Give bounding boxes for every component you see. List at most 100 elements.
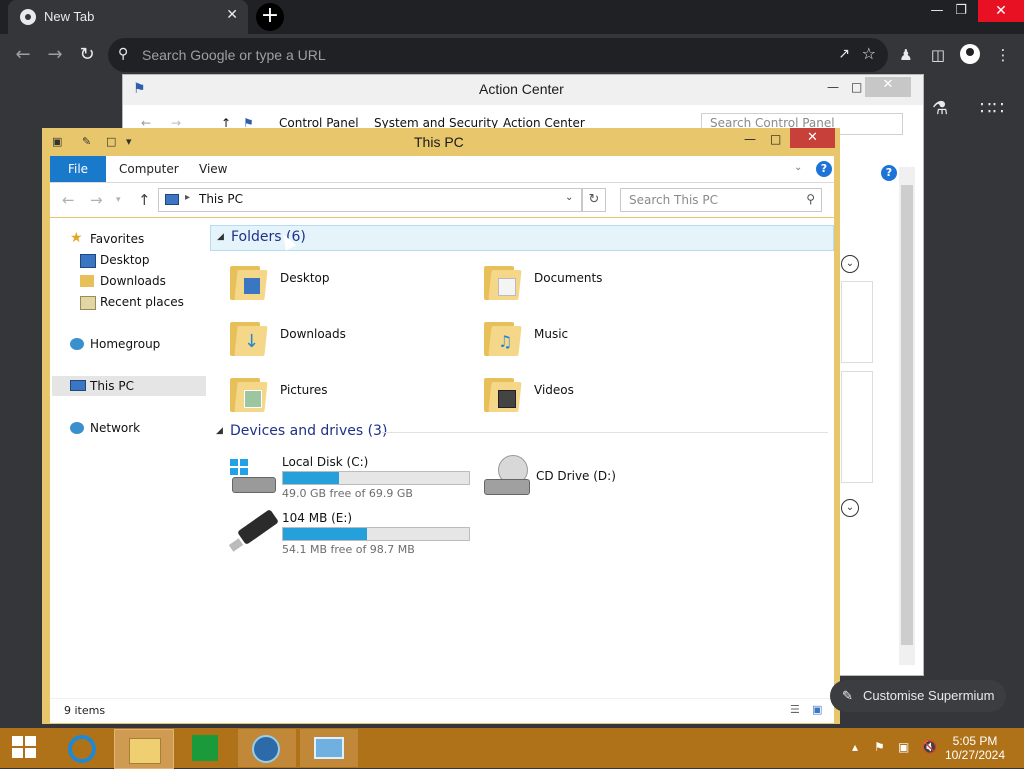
browser-tab-new-tab[interactable]: New Tab ✕ <box>8 0 248 34</box>
labs-flask-icon[interactable]: ⚗ <box>932 98 948 119</box>
qat-dropdown-icon[interactable]: ▾ <box>126 135 132 148</box>
omnibox[interactable]: ⚲ Search Google or type a URL ↗ ☆ <box>108 38 888 72</box>
ribbon-tab-view[interactable]: View <box>199 162 227 176</box>
taskbar-store[interactable] <box>176 729 234 767</box>
pictures-folder-icon <box>230 370 268 412</box>
taskbar-browser[interactable] <box>238 729 296 767</box>
windows-drive-icon <box>230 459 276 493</box>
music-folder-icon: ♫ <box>484 314 522 356</box>
taskbar-control-panel[interactable] <box>300 729 358 767</box>
taskbar: ▴ ⚑ ▣ 🔇 5:05 PM 10/27/2024 <box>0 728 1024 769</box>
new-folder-icon[interactable]: □ <box>106 135 116 148</box>
breadcrumb-separator-icon[interactable]: ▸ <box>185 192 190 203</box>
collapse-triangle-icon[interactable]: ◢ <box>217 232 224 242</box>
folder-item-documents[interactable]: Documents <box>484 254 684 304</box>
group-header-folders[interactable]: ◢ Folders (6) <box>210 225 834 251</box>
reload-icon[interactable]: ↻ <box>76 44 98 65</box>
collapse-triangle-icon[interactable]: ◢ <box>216 426 223 436</box>
folder-item-desktop[interactable]: Desktop <box>230 254 430 304</box>
explorer-help-icon[interactable]: ? <box>816 161 832 177</box>
control-panel-icon <box>314 737 344 759</box>
navigation-pane: ★ Favorites Desktop Downloads Recent pla… <box>50 218 208 698</box>
group-header-devices[interactable]: ◢ Devices and drives (3) <box>210 420 832 444</box>
recent-locations-icon[interactable]: ▾ <box>116 195 121 205</box>
ac-close-button[interactable]: ✕ <box>865 77 911 97</box>
explorer-maximize-button[interactable]: □ <box>770 132 781 146</box>
menu-icon[interactable]: ⋮ <box>993 46 1013 64</box>
desktop-folder-icon <box>230 258 268 300</box>
profile-avatar-icon[interactable] <box>960 44 980 64</box>
ac-minimize-button[interactable]: — <box>827 80 839 94</box>
action-center-titlebar: ⚑ Action Center — □ ✕ <box>123 75 923 105</box>
extensions-icon[interactable]: ♟ <box>896 46 916 64</box>
share-icon[interactable]: ↗ <box>838 46 850 62</box>
details-view-icon[interactable]: ☰ <box>790 703 800 716</box>
omnibox-placeholder: Search Google or type a URL <box>142 47 326 63</box>
nav-label: Recent places <box>100 295 184 309</box>
ac-section-box <box>841 371 873 483</box>
customise-supermium-button[interactable]: ✎ Customise Supermium <box>830 680 1006 712</box>
apps-grid-icon[interactable]: ∷∷ <box>980 98 1005 119</box>
chrome-logo-icon <box>20 9 36 25</box>
action-center-title: Action Center <box>479 81 564 97</box>
taskbar-file-explorer[interactable] <box>114 729 174 769</box>
folder-item-downloads[interactable]: ↓ Downloads <box>230 310 430 360</box>
refresh-icon[interactable]: ↻ <box>582 188 606 212</box>
content-pane: ◢ Folders (6) Desktop Documents ↓ Downlo… <box>210 218 834 698</box>
network-tray-icon[interactable]: ▣ <box>898 740 909 754</box>
folder-item-videos[interactable]: Videos <box>484 366 684 416</box>
explorer-close-button[interactable]: ✕ <box>790 128 835 148</box>
documents-folder-icon <box>484 258 522 300</box>
folder-label: Music <box>534 327 569 341</box>
tab-close-button[interactable]: ✕ <box>226 7 238 23</box>
status-bar: 9 items ☰ ▣ <box>50 698 834 723</box>
ac-help-icon[interactable]: ? <box>881 165 897 181</box>
explorer-forward-icon[interactable]: → <box>90 191 103 209</box>
store-icon <box>192 735 218 761</box>
show-hidden-icons-icon[interactable]: ▴ <box>852 740 858 754</box>
explorer-address-bar[interactable]: ▸ This PC ⌄ <box>158 188 582 212</box>
side-panel-icon[interactable]: ◫ <box>928 46 948 64</box>
folder-item-music[interactable]: ♫ Music <box>484 310 684 360</box>
new-tab-button[interactable]: + <box>256 3 284 31</box>
nav-label: Network <box>90 421 141 435</box>
explorer-search-input[interactable]: Search This PC ⚲ <box>620 188 822 212</box>
drive-free-space: 49.0 GB free of 69.9 GB <box>282 487 413 500</box>
chevron-down-icon[interactable]: ⌄ <box>841 499 859 517</box>
address-dropdown-icon[interactable]: ⌄ <box>565 192 573 203</box>
forward-icon[interactable]: → <box>44 44 66 65</box>
browser-restore-button[interactable]: ❐ <box>946 3 976 18</box>
browser-close-button[interactable]: ✕ <box>978 0 1024 22</box>
drive-item-d[interactable]: CD Drive (D:) <box>484 455 684 507</box>
volume-muted-icon[interactable]: 🔇 <box>922 740 937 754</box>
large-icons-view-icon[interactable]: ▣ <box>812 703 822 716</box>
drive-usage-fill <box>283 472 339 484</box>
explorer-back-icon[interactable]: ← <box>62 191 75 209</box>
folder-item-pictures[interactable]: Pictures <box>230 366 430 416</box>
taskbar-clock[interactable]: 5:05 PM 10/27/2024 <box>940 734 1010 762</box>
explorer-up-icon[interactable]: ↑ <box>138 191 151 209</box>
action-center-flag-icon[interactable]: ⚑ <box>874 740 885 754</box>
ac-scrollbar-thumb[interactable] <box>901 185 913 645</box>
nav-label: Desktop <box>100 253 150 267</box>
ribbon-tab-file[interactable]: File <box>50 156 106 182</box>
ac-maximize-button[interactable]: □ <box>851 80 862 94</box>
back-icon[interactable]: ← <box>12 44 34 65</box>
pc-icon: ▣ <box>52 135 63 148</box>
taskbar-internet-explorer[interactable] <box>54 729 112 767</box>
ribbon-expand-icon[interactable]: ⌄ <box>794 162 802 173</box>
downloads-icon <box>80 275 94 287</box>
bookmark-star-icon[interactable]: ☆ <box>862 44 876 63</box>
cd-drive-icon <box>484 455 530 497</box>
windows-start-icon[interactable] <box>12 736 38 760</box>
ribbon-tab-computer[interactable]: Computer <box>119 162 179 176</box>
properties-icon[interactable]: ✎ <box>82 135 91 148</box>
drive-item-e[interactable]: 104 MB (E:) 54.1 MB free of 98.7 MB <box>228 508 490 563</box>
explorer-minimize-button[interactable]: — <box>744 132 756 146</box>
drive-item-c[interactable]: Local Disk (C:) 49.0 GB free of 69.9 GB <box>230 455 490 507</box>
browser-globe-icon <box>252 735 280 763</box>
chevron-down-icon[interactable]: ⌄ <box>841 255 859 273</box>
ac-scrollbar[interactable] <box>899 167 915 665</box>
homegroup-icon <box>70 338 84 350</box>
folder-label: Videos <box>534 383 574 397</box>
